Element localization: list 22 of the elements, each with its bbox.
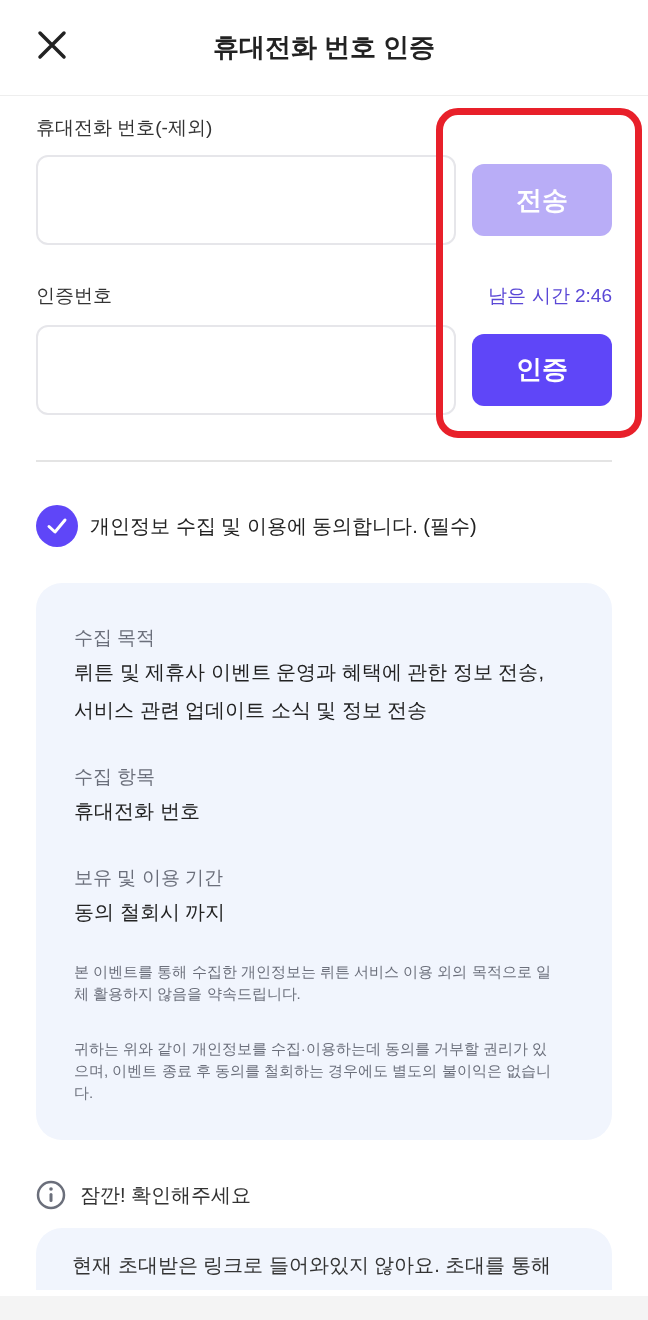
section-text: 휴대전화 번호: [74, 798, 201, 824]
notice-text: 현재 초대받은 링크로 들어와있지 않아요. 초대를 통해: [72, 1253, 551, 1276]
field-label: 휴대전화 번호(-제외): [36, 116, 214, 140]
note-text: 본 이벤트를 통해 수집한 개인정보는 뤼튼 서비스 이용 외의 목적으로 일체 활용하지 않음을 약속드립니다.: [74, 961, 552, 1004]
note-text: 귀하는 위와 같이 개인정보를 수집·이용하는데 동의를 거부할 권리가 있으며, 이벤트 종료 후 동의를 철회하는 경우에도 별도의 불이익은 없습니다.: [74, 1038, 552, 1103]
action-button[interactable]: 인증: [472, 333, 612, 406]
close-icon[interactable]: [37, 30, 67, 60]
phone-input-field[interactable]: [36, 155, 456, 245]
section-text: 뤼튼 및 제휴사 이벤트 운영과 혜택에 관한 정보 전송,: [74, 659, 545, 685]
consent-label: 개인정보 수집 및 이용에 동의합니다. (필수): [90, 513, 477, 539]
consent-checkbox[interactable]: [36, 504, 78, 547]
code-input-field[interactable]: [36, 324, 456, 415]
info-icon: [36, 1179, 66, 1210]
remaining-time: 남은 시간 2:46: [488, 284, 612, 308]
screen-title: 휴대전화 번호 인증: [212, 31, 436, 64]
section-heading: 보유 및 이용 기간: [74, 865, 224, 890]
section-text: 서비스 관련 업데이트 소식 및 정보 전송: [74, 697, 429, 723]
field-label: 인증번호: [36, 284, 112, 309]
section-heading: 수집 항목: [74, 764, 157, 789]
notice-title: 잠깐! 확인해주세요: [80, 1182, 252, 1208]
section-text: 동의 철회시 까지: [74, 899, 227, 925]
section-heading: 수집 목적: [74, 625, 157, 650]
